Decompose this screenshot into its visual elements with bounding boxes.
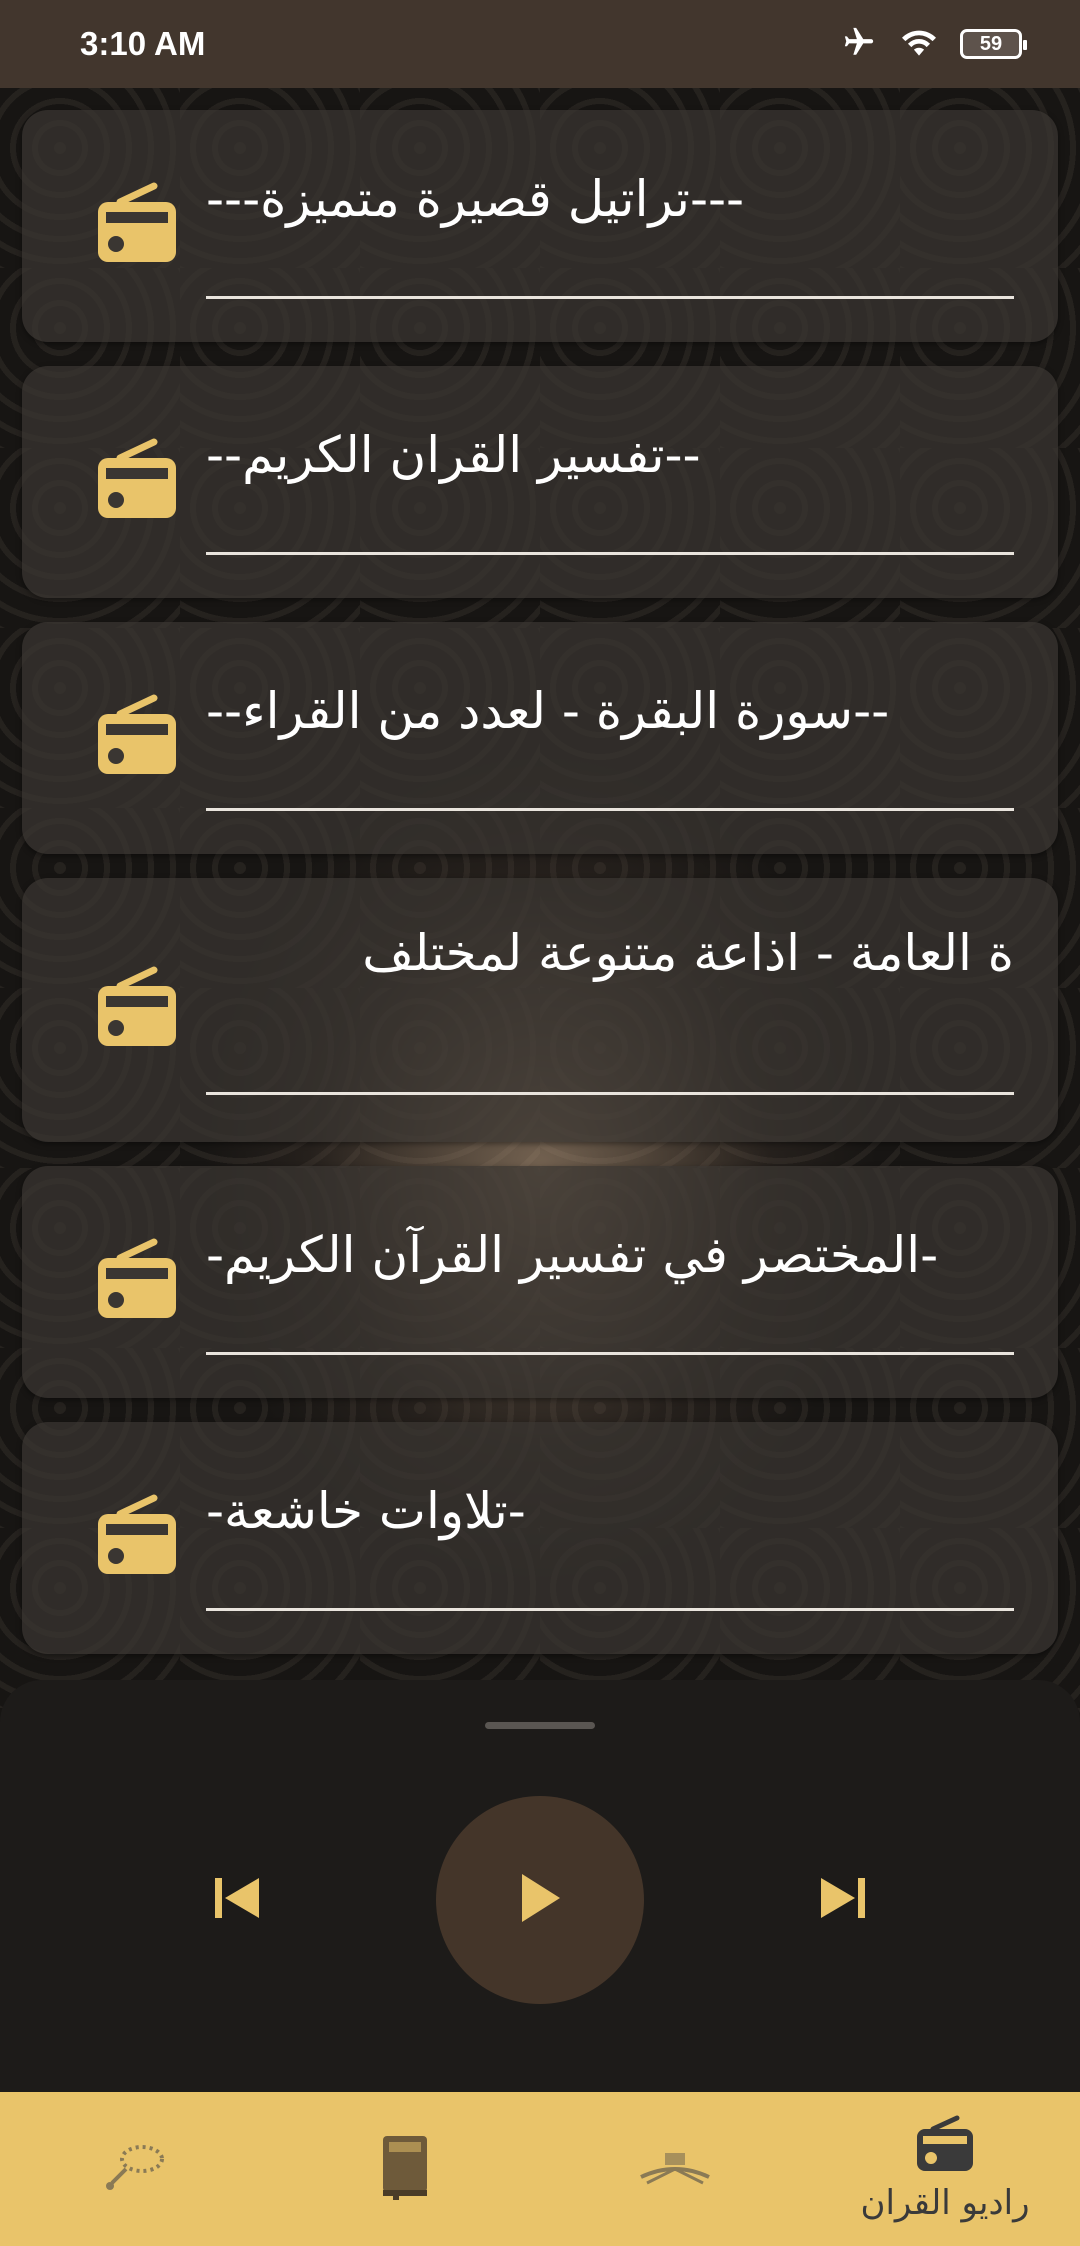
nav-item-book[interactable] bbox=[270, 2092, 540, 2246]
radio-icon bbox=[96, 1238, 178, 1320]
sheet-drag-handle[interactable] bbox=[485, 1722, 595, 1729]
divider bbox=[206, 552, 1014, 555]
nav-item-quran-stand[interactable] bbox=[540, 2092, 810, 2246]
station-card[interactable]: ة العامة - اذاعة متنوعة لمختلف bbox=[22, 878, 1058, 1142]
divider bbox=[206, 296, 1014, 299]
next-button[interactable] bbox=[812, 1870, 872, 1930]
next-icon bbox=[817, 1874, 867, 1926]
divider bbox=[206, 808, 1014, 811]
divider bbox=[206, 1092, 1014, 1095]
previous-icon bbox=[213, 1874, 263, 1926]
station-title: --سورة البقرة - لعدد من القراء-- bbox=[206, 682, 890, 740]
radio-icon bbox=[96, 1494, 178, 1576]
status-bar: 3:10 AM 59 bbox=[0, 0, 1080, 88]
radio-icon bbox=[96, 438, 178, 520]
wifi-icon bbox=[896, 25, 942, 63]
radio-icon bbox=[96, 182, 178, 264]
station-title: -المختصر في تفسير القرآن الكريم- bbox=[206, 1226, 939, 1284]
station-card[interactable]: --سورة البقرة - لعدد من القراء-- bbox=[22, 622, 1058, 854]
station-card[interactable]: ---تراتيل قصيرة متميزة--- bbox=[22, 110, 1058, 342]
divider bbox=[206, 1352, 1014, 1355]
station-card[interactable]: -تلاوات خاشعة- bbox=[22, 1422, 1058, 1654]
tasbih-icon bbox=[100, 2139, 170, 2199]
book-icon bbox=[377, 2132, 433, 2206]
station-title: ---تراتيل قصيرة متميزة--- bbox=[206, 170, 745, 228]
quran-stand-icon bbox=[635, 2147, 715, 2191]
status-time: 3:10 AM bbox=[80, 25, 206, 62]
station-title: -تلاوات خاشعة- bbox=[206, 1482, 526, 1540]
previous-button[interactable] bbox=[208, 1870, 268, 1930]
status-icons: 59 bbox=[840, 25, 1027, 63]
play-button[interactable] bbox=[436, 1796, 644, 2004]
radio-icon bbox=[96, 966, 178, 1048]
station-title: ة العامة - اذاعة متنوعة لمختلف bbox=[362, 924, 1014, 982]
bottom-navigation: راديو القران bbox=[0, 2092, 1080, 2246]
divider bbox=[206, 1608, 1014, 1611]
station-card[interactable]: --تفسير القران الكريم-- bbox=[22, 366, 1058, 598]
nav-item-radio[interactable]: راديو القران bbox=[810, 2092, 1080, 2246]
airplane-mode-icon bbox=[840, 25, 878, 63]
battery-indicator: 59 bbox=[960, 29, 1027, 59]
nav-item-tasbih[interactable] bbox=[0, 2092, 270, 2246]
station-title: --تفسير القران الكريم-- bbox=[206, 426, 701, 484]
player-sheet bbox=[0, 1680, 1080, 2092]
station-card[interactable]: -المختصر في تفسير القرآن الكريم- bbox=[22, 1166, 1058, 1398]
play-icon bbox=[516, 1872, 564, 1928]
radio-icon bbox=[915, 2115, 975, 2177]
nav-item-label: راديو القران bbox=[860, 2183, 1030, 2223]
radio-icon bbox=[96, 694, 178, 776]
